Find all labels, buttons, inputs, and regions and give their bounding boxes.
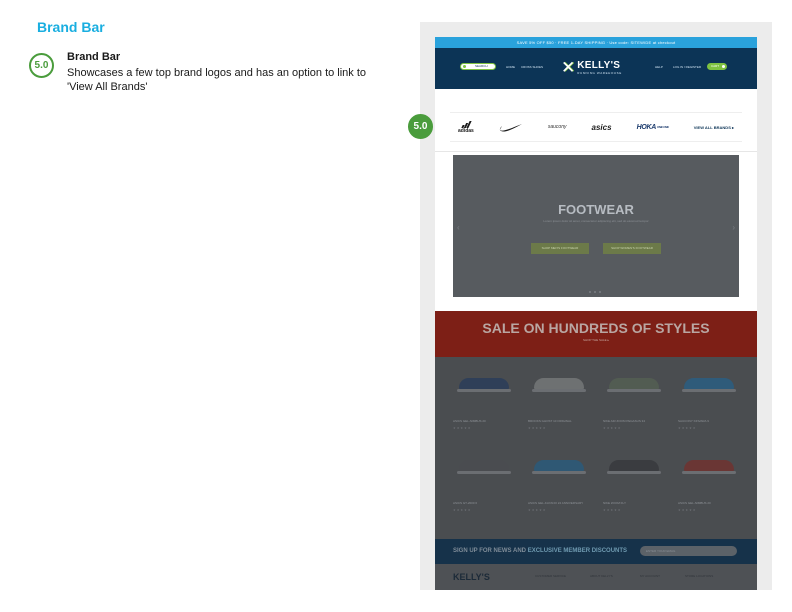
brand-bar: adidas saucony asics HOKA ONE ONE VIEW AL…	[435, 89, 757, 152]
dimmed-page-content: ‹ › FOOTWEAR Lorem ipsum dolor sit amet,…	[435, 153, 757, 590]
nav-home-link[interactable]: HOME	[506, 65, 515, 69]
cart-label: CART	[711, 64, 720, 68]
brand-name-adidas: adidas	[458, 127, 474, 134]
brand-hoka-sub: ONE ONE	[656, 125, 669, 129]
search-label: SEARCH	[475, 64, 488, 68]
view-all-brands-link[interactable]: VIEW ALL BRANDS ▸	[694, 118, 734, 136]
brand-logo-asics[interactable]: asics	[592, 118, 612, 136]
mockup-frame: SAVE 5% OFF $50 · FREE 1-DAY SHIPPING · …	[408, 22, 772, 590]
mockup-annotation-badge: 5.0	[408, 114, 433, 139]
site-mockup: SAVE 5% OFF $50 · FREE 1-DAY SHIPPING · …	[435, 37, 757, 590]
logo-x-mark-icon: ✕	[561, 57, 576, 78]
brand-name-saucony: saucony	[547, 124, 567, 130]
dim-overlay	[435, 153, 757, 590]
cart-icon	[722, 65, 725, 68]
kellys-logo[interactable]: ✕ KELLY'S RUNNING WAREHOUSE	[561, 59, 622, 77]
brand-logo-hoka[interactable]: HOKA ONE ONE	[637, 118, 669, 136]
annotation-description: Showcases a few top brand logos and has …	[67, 67, 367, 93]
brand-name-asics: asics	[591, 122, 612, 132]
cart-button[interactable]: CART	[707, 63, 727, 70]
nike-swoosh-icon	[499, 123, 522, 132]
logo-subtitle: RUNNING WAREHOUSE	[577, 71, 622, 75]
login-register-link[interactable]: LOG IN / REGISTER	[673, 65, 701, 69]
search-icon	[463, 65, 466, 68]
section-title: Brand Bar	[37, 19, 105, 35]
promo-bar[interactable]: SAVE 5% OFF $50 · FREE 1-DAY SHIPPING · …	[435, 37, 757, 48]
logo-name: KELLY'S	[577, 60, 621, 71]
header-search-input[interactable]: SEARCH	[460, 63, 496, 70]
brand-name-hoka: HOKA	[636, 123, 657, 131]
brand-logo-row: adidas saucony asics HOKA ONE ONE VIEW AL…	[450, 112, 742, 142]
adidas-stripes-icon	[461, 120, 472, 128]
brand-logo-nike[interactable]	[499, 118, 523, 136]
annotation-title: Brand Bar	[67, 51, 121, 63]
nav-cross-shoes-link[interactable]: CROSS SHOES	[521, 65, 543, 69]
brand-logo-adidas[interactable]: adidas	[458, 118, 474, 136]
help-link[interactable]: HELP	[655, 65, 663, 69]
site-header: SEARCH HOME CROSS SHOES ✕ KELLY'S RUNNIN…	[435, 48, 757, 89]
brand-logo-saucony[interactable]: saucony	[548, 118, 567, 136]
annotation-badge: 5.0	[29, 53, 54, 78]
